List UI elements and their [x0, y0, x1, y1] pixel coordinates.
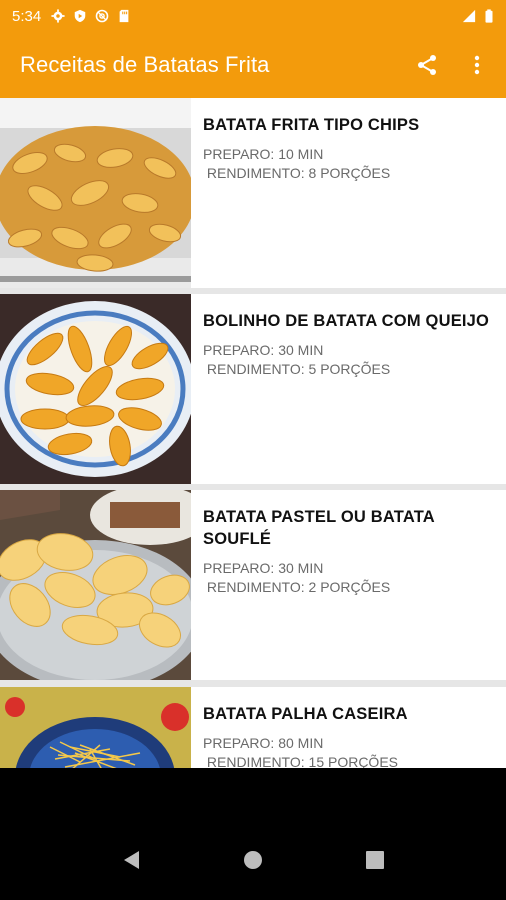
recipe-rendimento: RENDIMENTO: 8 PORÇÕES	[203, 165, 391, 181]
more-options-button[interactable]	[464, 52, 490, 78]
recents-button[interactable]	[355, 840, 395, 880]
recipe-thumbnail-bolinho	[0, 294, 191, 484]
recipe-preparo: PREPARO: 10 MIN	[203, 146, 324, 162]
recipe-title: BATATA PALHA CASEIRA	[203, 705, 408, 723]
recipe-preparo: PREPARO: 30 MIN	[203, 342, 324, 358]
status-time: 5:34	[12, 7, 42, 25]
recipe-preparo: PREPARO: 80 MIN	[203, 735, 324, 751]
back-button[interactable]	[111, 840, 151, 880]
recipe-title: BOLINHO DE BATATA COM QUEIJO	[203, 312, 490, 330]
share-button[interactable]	[414, 52, 440, 78]
app-bar: Receitas de Batatas Frita	[0, 32, 506, 98]
recents-icon	[366, 851, 384, 869]
system-nav-bar	[0, 820, 506, 900]
sd-card-icon	[119, 9, 129, 23]
recipe-title: BATATA FRITA TIPO CHIPS	[203, 116, 420, 134]
recipe-card[interactable]: BATATA PASTEL OU BATATA SOUFLÉ PREPARO: …	[0, 490, 506, 680]
signal-icon	[462, 9, 476, 23]
more-vert-icon	[474, 55, 480, 75]
recipe-rendimento: RENDIMENTO: 5 PORÇÕES	[203, 361, 391, 377]
share-icon	[418, 55, 436, 75]
recipe-title: BATATA PASTEL OU BATATA SOUFLÉ	[203, 508, 435, 548]
back-icon	[124, 851, 139, 869]
recipe-rendimento: RENDIMENTO: 15 PORÇÕES	[203, 754, 399, 768]
shield-icon	[74, 9, 86, 23]
at-sign-icon	[95, 9, 109, 23]
recipe-preparo: PREPARO: 30 MIN	[203, 560, 324, 576]
home-button[interactable]	[233, 840, 273, 880]
recipe-card[interactable]: BATATA FRITA TIPO CHIPS PREPARO: 10 MIN …	[0, 98, 506, 288]
recipe-card[interactable]: BATATA PALHA CASEIRA PREPARO: 80 MIN REN…	[0, 687, 506, 768]
recipe-thumbnail-palha	[0, 687, 191, 768]
recipe-thumbnail-chips	[0, 98, 191, 288]
battery-icon	[485, 9, 493, 23]
recipe-rendimento: RENDIMENTO: 2 PORÇÕES	[203, 579, 391, 595]
home-icon	[244, 851, 262, 869]
status-bar: 5:34	[0, 0, 506, 32]
app-title: Receitas de Batatas Frita	[20, 52, 270, 77]
recipe-card[interactable]: BOLINHO DE BATATA COM QUEIJO PREPARO: 30…	[0, 294, 506, 484]
recipe-list[interactable]: BATATA FRITA TIPO CHIPS PREPARO: 10 MIN …	[0, 98, 506, 768]
recipe-thumbnail-soufle	[0, 490, 191, 680]
gear-icon	[51, 9, 65, 23]
